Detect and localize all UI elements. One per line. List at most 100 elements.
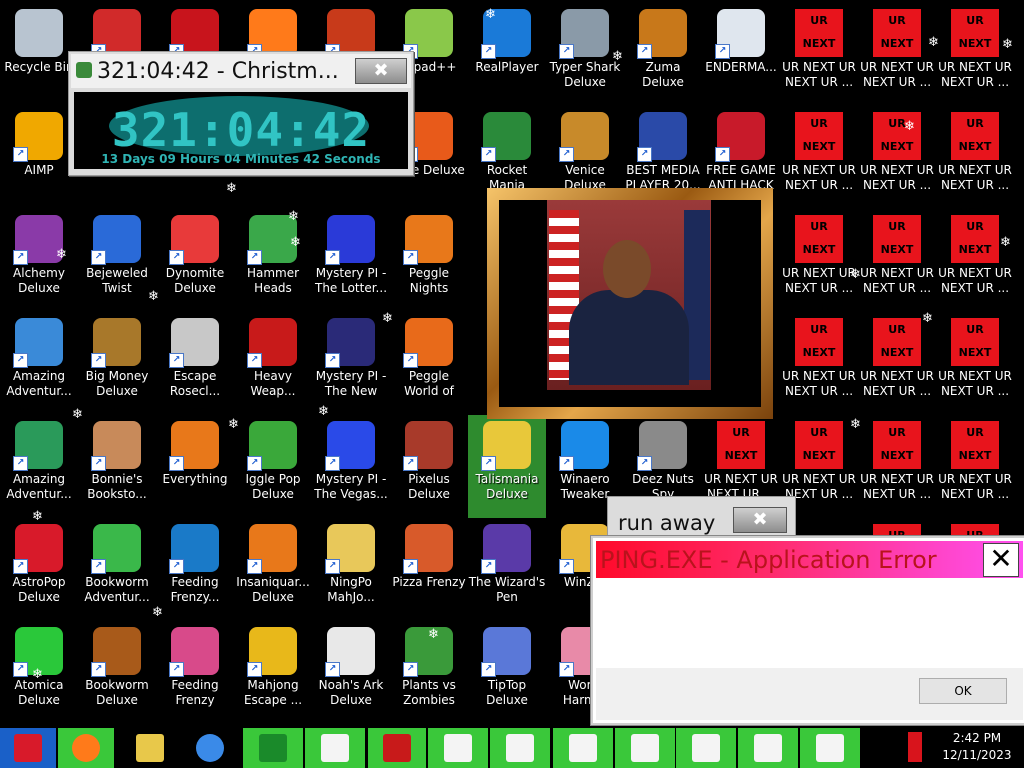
desktop-icon[interactable]: ↗Hammer Heads Deluxe (234, 209, 312, 312)
ur-next-icon[interactable]: URNEXTUR NEXT UR NEXT UR ... (780, 312, 858, 415)
ur-next-icon[interactable]: URNEXTUR NEXT UR NEXT UR ... (858, 3, 936, 106)
desktop-icon[interactable]: ↗ Mahjong Escape ... (234, 621, 312, 724)
app-icon: ↗ (91, 318, 141, 368)
desktop-icon[interactable]: ↗ Dynomite Deluxe (156, 209, 234, 312)
ur-next-icon[interactable]: URNEXTUR NEXT UR NEXT UR ... (936, 209, 1014, 312)
desktop-icon[interactable]: ↗ Escape Rosecl... (156, 312, 234, 415)
tray-icon[interactable] (908, 732, 922, 762)
taskbar-window-8[interactable] (800, 728, 860, 768)
desktop-icon[interactable]: ↗ Zuma Deluxe (624, 3, 702, 106)
taskbar-christmas-tree[interactable] (243, 728, 303, 768)
desktop-icon[interactable]: ↗ Everything (156, 415, 234, 518)
desktop-icon[interactable]: ↗ Mystery PI - The Lotter... (312, 209, 390, 312)
taskbar-firefox[interactable] (58, 728, 114, 768)
error-dialog[interactable]: PING.EXE - Application Error ✕ OK (591, 536, 1024, 725)
ur-next-icon[interactable]: URNEXTUR NEXT UR NEXT UR ... (780, 3, 858, 106)
taskbar-toolbox[interactable] (368, 728, 426, 768)
ur-next-image: URNEXT (873, 421, 921, 469)
desktop-icon[interactable]: ↗ Heavy Weap... (234, 312, 312, 415)
ur-next-image: URNEXT (951, 318, 999, 366)
desktop-icon[interactable]: ↗ Bookworm Deluxe (78, 621, 156, 724)
desktop-icon[interactable]: ↗Mystery PI - The New Yo... (312, 312, 390, 415)
taskbar-window-6[interactable] (676, 728, 736, 768)
taskbar-file-explorer[interactable] (122, 728, 178, 768)
desktop-icon[interactable]: ↗ Pizza Frenzy (390, 518, 468, 621)
ur-next-icon[interactable]: URNEXTUR NEXT UR NEXT UR ... (936, 415, 1014, 518)
run-away-close-button[interactable]: ✖ (733, 507, 787, 533)
shortcut-arrow-icon: ↗ (247, 250, 262, 265)
desktop-icon[interactable]: ↗ TipTop Deluxe (468, 621, 546, 724)
desktop-icon-label: TipTop Deluxe (486, 678, 528, 707)
desktop-icon[interactable]: ↗ Mystery PI - The Vegas... (312, 415, 390, 518)
desktop-icon-label: UR NEXT UR NEXT UR ... (860, 60, 934, 89)
app-icon: ↗ (325, 524, 375, 574)
snowflake-icon: ❄ (72, 407, 83, 422)
desktop-icon[interactable]: ↗ Bookworm Adventur... (78, 518, 156, 621)
shortcut-arrow-icon: ↗ (637, 147, 652, 162)
snowflake-icon: ❄ (290, 235, 301, 250)
ur-next-icon[interactable]: URNEXTUR NEXT UR NEXT UR ... (936, 312, 1014, 415)
taskbar-window-7[interactable] (738, 728, 798, 768)
desktop-icon[interactable]: ↗ Amazing Adventur... (0, 312, 78, 415)
desktop-icon[interactable]: ↗ Talismania Deluxe (468, 415, 546, 518)
ur-next-icon[interactable]: URNEXTUR NEXT UR NEXT UR ... (936, 106, 1014, 209)
shortcut-arrow-icon: ↗ (403, 250, 418, 265)
desktop-icon[interactable]: ↗ NingPo MahJo... (312, 518, 390, 621)
desktop-icon[interactable]: ↗ Bonnie's Booksto... (78, 415, 156, 518)
desktop-icon[interactable]: ↗ AstroPop Deluxe (0, 518, 78, 621)
ur-next-icon[interactable]: URNEXTUR NEXT UR NEXT UR ... (936, 3, 1014, 106)
desktop-icon-label: AstroPop Deluxe (12, 575, 66, 604)
desktop-icon[interactable]: ↗ RealPlayer (468, 3, 546, 106)
taskbar-window-1[interactable] (305, 728, 365, 768)
shortcut-arrow-icon: ↗ (403, 662, 418, 677)
run-away-title: run away (618, 511, 716, 535)
error-close-button[interactable]: ✕ (983, 543, 1019, 577)
clock-time: 2:42 PM (952, 731, 1002, 745)
taskbar-window-2[interactable] (428, 728, 488, 768)
desktop-icon[interactable]: ↗ Amazing Adventur... (0, 415, 78, 518)
app-icon: ↗ (325, 215, 375, 265)
countdown-title-bar[interactable]: 321:04:42 - Christm... ✖ (71, 54, 411, 88)
desktop-icon[interactable]: ↗ Big Money Deluxe (78, 312, 156, 415)
desktop-icon[interactable]: ↗Peggle Nights Deluxe (390, 209, 468, 312)
ur-next-icon[interactable]: URNEXTUR NEXT UR NEXT UR ... (780, 209, 858, 312)
ur-next-icon[interactable]: URNEXTUR NEXT UR NEXT UR ... (858, 415, 936, 518)
ur-next-icon[interactable]: URNEXTUR NEXT UR NEXT UR ... (858, 312, 936, 415)
desktop-icon[interactable]: ↗Peggle World of Warcraft ... (390, 312, 468, 415)
desktop-icon[interactable]: ↗ The Wizard's Pen (468, 518, 546, 621)
shortcut-arrow-icon: ↗ (559, 456, 574, 471)
shortcut-arrow-icon: ↗ (637, 456, 652, 471)
desktop-icon[interactable]: ↗ Pixelus Deluxe (390, 415, 468, 518)
snowflake-icon: ❄ (850, 417, 861, 432)
system-clock[interactable]: 2:42 PM 12/11/2023 (936, 730, 1018, 764)
desktop-icon[interactable]: ↗ ENDERMA... (702, 3, 780, 106)
app-icon: ↗ (91, 421, 141, 471)
ur-next-icon[interactable]: URNEXTUR NEXT UR NEXT UR ... (780, 106, 858, 209)
start-button[interactable] (0, 728, 56, 768)
desktop-icon[interactable]: ↗ Noah's Ark Deluxe (312, 621, 390, 724)
toolbox-icon (383, 734, 411, 762)
app-icon: ↗ (247, 9, 297, 59)
desktop-icon-label: Hammer Heads Deluxe (246, 266, 300, 295)
ur-next-icon[interactable]: URNEXTUR NEXT UR NEXT UR ... (858, 106, 936, 209)
desktop-icon[interactable]: ↗ Iggle Pop Deluxe (234, 415, 312, 518)
ur-next-icon[interactable]: URNEXTUR NEXT UR NEXT UR ... (858, 209, 936, 312)
taskbar-window-5[interactable] (615, 728, 675, 768)
countdown-window[interactable]: 321:04:42 - Christm... ✖ 321:04:42 13 Da… (68, 51, 414, 176)
taskbar-chrome[interactable] (182, 728, 238, 768)
taskbar-window-4[interactable] (553, 728, 613, 768)
error-title-bar[interactable]: PING.EXE - Application Error ✕ (596, 541, 1023, 578)
desktop-icon[interactable]: ↗Feeding Frenzy Deluxe (156, 621, 234, 724)
desktop-icon[interactable]: ↗ Bejeweled Twist (78, 209, 156, 312)
picture-frame[interactable] (487, 188, 773, 419)
shortcut-arrow-icon: ↗ (481, 44, 496, 59)
desktop-icon[interactable]: ↗ AIMP (0, 106, 78, 209)
desktop-icon[interactable]: ↗ Feeding Frenzy... (156, 518, 234, 621)
ok-button[interactable]: OK (919, 678, 1007, 704)
desktop-icon[interactable]: Recycle Bin (0, 3, 78, 106)
app-icon: ↗ (247, 421, 297, 471)
countdown-close-button[interactable]: ✖ (355, 58, 407, 84)
taskbar-window-3[interactable] (490, 728, 550, 768)
desktop-icon[interactable]: ↗ Insaniquar... Deluxe (234, 518, 312, 621)
snowflake-icon: ❄ (850, 267, 861, 282)
